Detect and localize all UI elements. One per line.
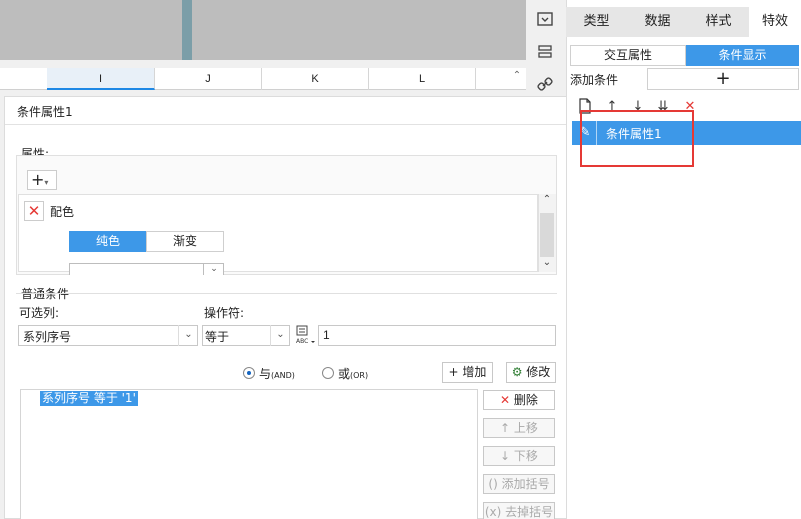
modify-condition-button[interactable]: ⚙ 修改 bbox=[506, 362, 556, 383]
scroll-down-icon[interactable]: ⌄ bbox=[538, 257, 556, 273]
add-condition-label: 添加条件 bbox=[570, 73, 619, 87]
plus-icon: + bbox=[448, 365, 463, 379]
edit-icon: ⚙ bbox=[511, 365, 523, 379]
operator-select-value: 等于 bbox=[205, 330, 230, 344]
column-header-i[interactable]: I bbox=[47, 68, 155, 90]
highlight-annotation-box bbox=[580, 110, 694, 167]
scroll-up-icon[interactable]: ⌃ bbox=[538, 194, 556, 210]
column-header-l[interactable]: L bbox=[369, 68, 476, 90]
tab-solid-color[interactable]: 纯色 bbox=[69, 231, 147, 252]
remove-paren-label: 去掉括号 bbox=[505, 505, 554, 519]
logic-and-code: (AND) bbox=[271, 371, 295, 380]
modify-button-label: 修改 bbox=[526, 365, 551, 379]
add-condition-button[interactable]: + 增加 bbox=[442, 362, 493, 383]
sheet-canvas bbox=[0, 0, 526, 60]
move-up-label: 上移 bbox=[513, 421, 538, 435]
chevron-down-icon: ▾ bbox=[44, 178, 49, 187]
condition-section-divider bbox=[16, 293, 557, 294]
dialog-title: 条件属性1 bbox=[17, 105, 73, 119]
subtab-interaction[interactable]: 交互属性 bbox=[570, 45, 686, 66]
move-up-button[interactable]: ↑ 上移 bbox=[483, 418, 555, 438]
delete-button-label: 删除 bbox=[513, 393, 538, 407]
add-condition-plus-button[interactable]: + bbox=[647, 68, 799, 90]
tab-gradient[interactable]: 渐变 bbox=[146, 231, 224, 252]
scrollbar-thumb[interactable] bbox=[540, 213, 554, 257]
column-header-k[interactable]: K bbox=[262, 68, 369, 90]
logic-or-code: (OR) bbox=[350, 371, 369, 380]
radio-selected-dot bbox=[247, 371, 251, 375]
link-icon[interactable] bbox=[534, 76, 556, 98]
logic-or-label[interactable]: 或(OR) bbox=[338, 365, 368, 382]
chevron-down-icon[interactable]: ⌄ bbox=[178, 325, 198, 346]
value-type-icon[interactable]: ABC bbox=[294, 324, 316, 346]
move-down-label: 下移 bbox=[513, 449, 538, 463]
color-picker-select[interactable] bbox=[69, 263, 224, 275]
add-button-label: 增加 bbox=[462, 365, 487, 379]
condition-attribute-dialog: 条件属性1 属性: +▾ ✕ 配色 纯色 渐变 ⌄ ⌃ ⌄ 普通条件 可选列: … bbox=[4, 96, 569, 519]
logic-and-label[interactable]: 与(AND) bbox=[259, 365, 295, 382]
column-label: 可选列: bbox=[19, 306, 60, 320]
operator-label: 操作符: bbox=[204, 306, 245, 320]
arrow-up-icon: ↑ bbox=[500, 421, 514, 435]
tab-type[interactable]: 类型 bbox=[566, 7, 627, 37]
svg-text:ABC: ABC bbox=[296, 338, 308, 345]
delete-condition-button[interactable]: ✕ 删除 bbox=[483, 390, 555, 410]
add-paren-label: 添加括号 bbox=[501, 477, 550, 491]
dialog-title-divider bbox=[5, 124, 569, 125]
add-property-button[interactable]: +▾ bbox=[27, 170, 57, 190]
subtab-condition-display[interactable]: 条件显示 bbox=[686, 45, 799, 66]
sheet-scroll-up-icon[interactable]: ⌃ bbox=[510, 70, 524, 86]
remove-parenthesis-icon: (x) bbox=[484, 505, 506, 519]
arrow-down-icon: ↓ bbox=[500, 449, 514, 463]
tab-data[interactable]: 数据 bbox=[627, 7, 688, 37]
add-parenthesis-button[interactable]: () 添加括号 bbox=[483, 474, 555, 494]
close-icon: ✕ bbox=[500, 393, 514, 407]
condition-list-item[interactable]: 系列序号 等于 '1' bbox=[40, 391, 138, 406]
parenthesis-icon: () bbox=[488, 477, 502, 491]
column-select-value: 系列序号 bbox=[23, 330, 72, 344]
property-item-label: 配色 bbox=[50, 205, 75, 219]
remove-parenthesis-button[interactable]: (x) 去掉括号 bbox=[483, 502, 555, 519]
remove-property-button[interactable]: ✕ bbox=[24, 201, 44, 221]
logic-or-text: 或 bbox=[338, 367, 351, 381]
chevron-down-icon[interactable]: ⌄ bbox=[203, 263, 224, 275]
column-header-j[interactable]: J bbox=[155, 68, 262, 90]
tab-effect[interactable]: 特效 bbox=[749, 7, 801, 37]
column-header-row: I J K L bbox=[0, 68, 526, 90]
collapse-panel-icon[interactable] bbox=[534, 11, 556, 33]
logic-or-radio[interactable] bbox=[322, 367, 334, 379]
move-down-button[interactable]: ↓ 下移 bbox=[483, 446, 555, 466]
layers-icon[interactable] bbox=[534, 44, 556, 66]
sheet-chart-strip bbox=[182, 0, 192, 60]
condition-value-input[interactable]: 1 bbox=[318, 325, 556, 346]
logic-and-text: 与 bbox=[259, 367, 272, 381]
condition-list[interactable] bbox=[20, 389, 478, 519]
tab-style[interactable]: 样式 bbox=[688, 7, 749, 37]
chevron-down-icon[interactable]: ⌄ bbox=[270, 325, 290, 346]
